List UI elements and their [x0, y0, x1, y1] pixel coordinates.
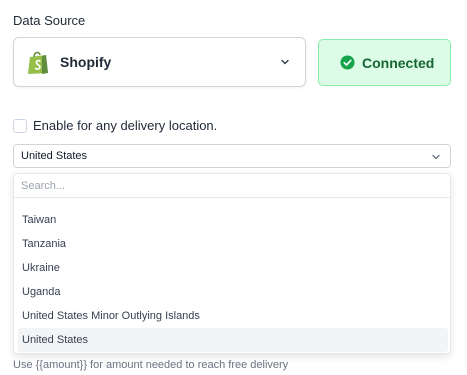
any-location-checkbox-row[interactable]: Enable for any delivery location. [13, 118, 217, 133]
any-location-checkbox[interactable] [13, 118, 27, 133]
country-option[interactable]: Tanzania [18, 232, 448, 256]
connection-status-text: Connected [362, 54, 435, 71]
country-select-value: United States [21, 150, 88, 162]
connection-status-badge: Connected [318, 39, 451, 86]
country-dropdown: Taiwan Tanzania Ukraine Uganda United St… [13, 173, 451, 354]
country-option-selected[interactable]: United States [18, 328, 448, 352]
chevron-down-icon [281, 59, 289, 65]
country-select[interactable]: United States [13, 144, 451, 168]
helper-text: Use {{amount}} for amount needed to reac… [13, 359, 289, 371]
data-source-label: Data Source [13, 13, 86, 28]
check-circle-icon [340, 55, 355, 70]
chevron-down-icon [432, 154, 440, 160]
any-location-label[interactable]: Enable for any delivery location. [33, 118, 217, 133]
data-source-value: Shopify [60, 54, 112, 70]
country-option[interactable]: Uganda [18, 280, 448, 304]
shopify-bag-icon [28, 51, 48, 74]
country-option[interactable]: Ukraine [18, 256, 448, 280]
data-source-select[interactable]: Shopify [13, 37, 306, 87]
country-search-input[interactable] [14, 174, 450, 198]
country-option[interactable]: United States Minor Outlying Islands [18, 304, 448, 328]
country-option[interactable]: Taiwan [18, 208, 448, 232]
